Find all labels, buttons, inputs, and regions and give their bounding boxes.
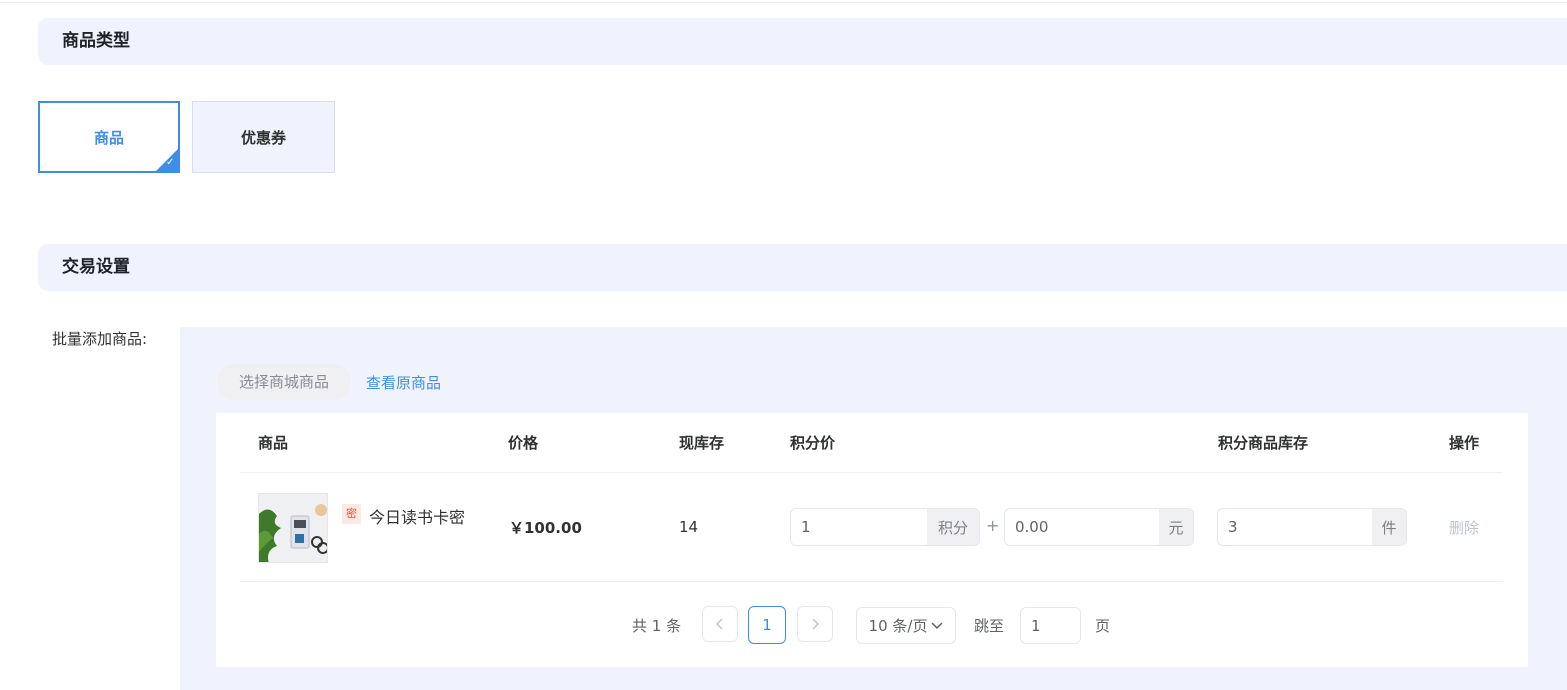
view-original-goods-link[interactable]: 查看原商品 (366, 372, 441, 393)
section-header-trade-settings: 交易设置 (38, 244, 1567, 291)
page-size-select[interactable]: 10 条/页 (856, 607, 956, 644)
goods-name: 今日读书卡密 (369, 508, 466, 527)
jump-page-input[interactable] (1020, 607, 1081, 644)
goods-current-stock: 14 (679, 518, 699, 536)
section-header-goods-type: 商品类型 (38, 18, 1567, 65)
table-divider (240, 472, 1503, 473)
secret-card-tag: 密 (342, 504, 361, 524)
cash-unit: 元 (1159, 509, 1193, 545)
table-header-actions: 操作 (1449, 434, 1480, 452)
goods-price: ￥100.00 (509, 519, 582, 537)
page-number-button[interactable]: 1 (748, 606, 786, 644)
table-header-price: 价格 (508, 434, 539, 452)
goods-thumbnail (258, 493, 328, 563)
page-size-value: 10 条/页 (868, 617, 928, 635)
select-mall-goods-button[interactable]: 选择商城商品 (217, 364, 351, 400)
goods-type-option-coupon[interactable]: 优惠券 (192, 101, 335, 173)
table-header-goods: 商品 (258, 434, 289, 452)
prev-page-button[interactable] (702, 606, 738, 642)
chevron-down-icon (931, 621, 943, 629)
table-header-stock: 现库存 (679, 434, 725, 452)
table-header-points-stock: 积分商品库存 (1218, 434, 1309, 452)
next-page-button[interactable] (797, 606, 833, 642)
goods-type-option-goods[interactable]: 商品 ✓ (38, 101, 180, 173)
points-price-input-group: 积分 (790, 508, 980, 546)
top-divider (0, 2, 1567, 3)
page-unit-label: 页 (1095, 617, 1111, 635)
section-title: 商品类型 (62, 31, 130, 51)
points-price-input[interactable] (791, 509, 927, 545)
chevron-left-icon (715, 618, 723, 630)
points-stock-input-group: 件 (1217, 508, 1407, 546)
jump-label: 跳至 (974, 617, 1005, 635)
cash-price-input[interactable] (1005, 509, 1159, 545)
table-header-points-price: 积分价 (790, 434, 836, 452)
points-stock-input[interactable] (1218, 509, 1372, 545)
section-title: 交易设置 (62, 257, 130, 277)
cash-price-input-group: 元 (1004, 508, 1194, 546)
points-unit: 积分 (927, 509, 979, 545)
option-label: 商品 (93, 128, 124, 147)
delete-button[interactable]: 删除 (1449, 517, 1479, 538)
chevron-right-icon (812, 618, 820, 630)
plus-sign: + (986, 516, 1000, 535)
table-divider (240, 581, 1503, 582)
option-label: 优惠券 (240, 128, 286, 147)
pagination-total: 共 1 条 (632, 617, 682, 635)
check-icon: ✓ (166, 157, 175, 168)
batch-add-label: 批量添加商品: (52, 330, 148, 348)
points-stock-unit: 件 (1372, 509, 1406, 545)
